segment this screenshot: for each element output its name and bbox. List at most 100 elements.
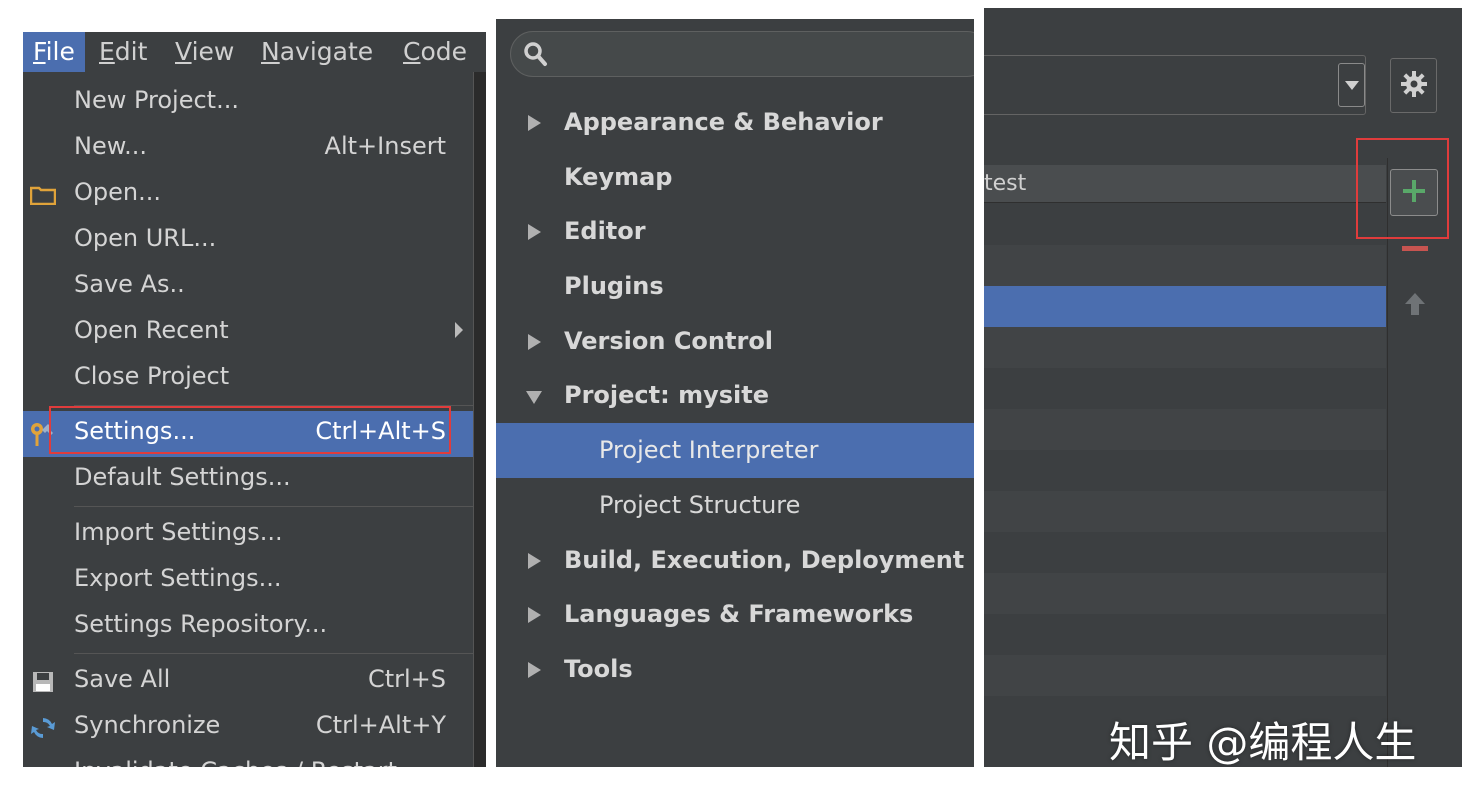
tree-item-label: Keymap — [564, 162, 673, 191]
menu-item-close-project[interactable]: Close Project — [23, 356, 473, 402]
table-row[interactable] — [984, 491, 1386, 532]
table-row[interactable] — [984, 450, 1386, 491]
menu-item-shortcut: Ctrl+S — [367, 665, 446, 693]
submenu-arrow-icon — [455, 322, 463, 338]
file-menu-panel: File Edit View Navigate Code New Project… — [23, 32, 486, 767]
menu-item-shortcut: Ctrl+Alt+S — [315, 417, 446, 445]
menu-item-default-settings[interactable]: Default Settings... — [23, 457, 473, 503]
menu-item-settings-repository[interactable]: Settings Repository... — [23, 604, 473, 650]
menu-item-label: Invalidate Caches / Restart... — [74, 751, 420, 767]
menu-item-label: New... — [74, 132, 148, 160]
tree-item-label: Tools — [564, 654, 633, 683]
tree-item-label: Project Interpreter — [599, 436, 819, 465]
table-row[interactable] — [984, 614, 1386, 655]
file-menu-list: New Project... New... Alt+Insert Open... … — [23, 80, 473, 767]
collapse-arrow-icon[interactable] — [526, 391, 542, 405]
expand-arrow-icon[interactable] — [528, 661, 541, 678]
menu-navigate[interactable]: Navigate — [251, 32, 383, 72]
expand-arrow-icon[interactable] — [528, 333, 541, 350]
table-row-selected[interactable] — [984, 286, 1386, 327]
settings-tree: Appearance & Behavior Keymap Editor Plug… — [496, 95, 974, 697]
chevron-down-icon[interactable] — [1338, 63, 1365, 107]
tree-item-appearance-behavior[interactable]: Appearance & Behavior — [496, 95, 974, 150]
tree-item-project-interpreter[interactable]: Project Interpreter — [496, 423, 974, 478]
tree-item-languages-frameworks[interactable]: Languages & Frameworks — [496, 587, 974, 642]
menu-separator — [23, 503, 473, 512]
tree-item-label: Plugins — [564, 272, 664, 301]
tree-item-plugins[interactable]: Plugins — [496, 259, 974, 314]
folder-icon — [23, 180, 63, 210]
menu-item-label: Open URL... — [74, 224, 217, 252]
menu-item-label: Close Project — [74, 362, 230, 390]
table-row[interactable] — [984, 327, 1386, 368]
table-row[interactable] — [984, 573, 1386, 614]
menu-item-label: New Project... — [74, 86, 239, 114]
menu-item-new[interactable]: New... Alt+Insert — [23, 126, 473, 172]
menu-item-open[interactable]: Open... — [23, 172, 473, 218]
menu-item-label: Save As.. — [74, 270, 185, 298]
menu-view[interactable]: View — [165, 32, 244, 72]
settings-search-box[interactable] — [510, 31, 974, 77]
tree-item-tools[interactable]: Tools — [496, 642, 974, 697]
menu-code[interactable]: Code — [393, 32, 477, 72]
tree-item-version-control[interactable]: Version Control — [496, 314, 974, 369]
menu-item-save-as[interactable]: Save As.. — [23, 264, 473, 310]
menu-shadow-edge — [473, 72, 486, 767]
menu-item-invalidate-caches[interactable]: Invalidate Caches / Restart... — [23, 751, 473, 767]
menu-item-open-url[interactable]: Open URL... — [23, 218, 473, 264]
tree-item-project-structure[interactable]: Project Structure — [496, 478, 974, 533]
tree-item-editor[interactable]: Editor — [496, 204, 974, 259]
menu-edit[interactable]: Edit — [89, 32, 157, 72]
settings-tree-panel: Appearance & Behavior Keymap Editor Plug… — [496, 19, 974, 767]
sync-icon — [23, 713, 63, 743]
menu-item-save-all[interactable]: Save All Ctrl+S — [23, 659, 473, 705]
table-row[interactable] — [984, 655, 1386, 696]
table-row[interactable] — [984, 204, 1386, 245]
table-row[interactable] — [984, 409, 1386, 450]
tree-item-keymap[interactable]: Keymap — [496, 150, 974, 205]
expand-arrow-icon[interactable] — [528, 552, 541, 569]
menu-item-label: Import Settings... — [74, 518, 283, 546]
expand-arrow-icon[interactable] — [528, 607, 541, 624]
table-header-cell: test — [984, 171, 1027, 196]
tree-item-project-mysite[interactable]: Project: mysite — [496, 368, 974, 423]
expand-arrow-icon[interactable] — [528, 224, 541, 241]
plus-icon — [1401, 178, 1427, 208]
menu-item-label: Open Recent — [74, 316, 229, 344]
menu-item-open-recent[interactable]: Open Recent — [23, 310, 473, 356]
menu-item-label: Open... — [74, 178, 161, 206]
tree-item-label: Languages & Frameworks — [564, 600, 914, 629]
menu-item-import-settings[interactable]: Import Settings... — [23, 512, 473, 558]
menu-item-new-project[interactable]: New Project... — [23, 80, 473, 126]
tree-item-build-execution-deployment[interactable]: Build, Execution, Deployment — [496, 533, 974, 588]
tree-item-label: Build, Execution, Deployment — [564, 545, 965, 574]
menu-item-export-settings[interactable]: Export Settings... — [23, 558, 473, 604]
expand-arrow-icon[interactable] — [528, 115, 541, 131]
floppy-disk-icon — [23, 667, 63, 697]
table-header: test — [984, 165, 1386, 203]
remove-package-button[interactable] — [1402, 246, 1428, 251]
add-package-button[interactable] — [1390, 169, 1438, 216]
menu-item-label: Default Settings... — [74, 463, 291, 491]
menu-item-label: Settings... — [74, 417, 196, 445]
menu-item-label: Synchronize — [74, 711, 221, 739]
gear-button[interactable] — [1390, 58, 1437, 113]
menu-item-synchronize[interactable]: Synchronize Ctrl+Alt+Y — [23, 705, 473, 751]
menu-item-shortcut: Ctrl+Alt+Y — [315, 711, 446, 739]
upgrade-package-button[interactable] — [1400, 289, 1430, 319]
interpreter-combobox[interactable] — [984, 55, 1366, 115]
table-row[interactable] — [984, 532, 1386, 573]
packages-table — [984, 163, 1386, 767]
menu-separator — [23, 402, 473, 411]
menu-file[interactable]: File — [23, 32, 85, 72]
menu-item-settings[interactable]: Settings... Ctrl+Alt+S — [23, 411, 473, 457]
watermark-text: 知乎 @编程人生 — [1109, 718, 1417, 767]
project-interpreter-panel: test 知乎 @编程人生 — [984, 8, 1462, 767]
settings-search-input[interactable] — [559, 38, 959, 70]
table-row[interactable] — [984, 245, 1386, 286]
menu-item-label: Save All — [74, 665, 171, 693]
wrench-icon — [23, 419, 63, 449]
tree-item-label: Appearance & Behavior — [564, 108, 883, 136]
search-icon — [523, 40, 549, 68]
table-row[interactable] — [984, 368, 1386, 409]
